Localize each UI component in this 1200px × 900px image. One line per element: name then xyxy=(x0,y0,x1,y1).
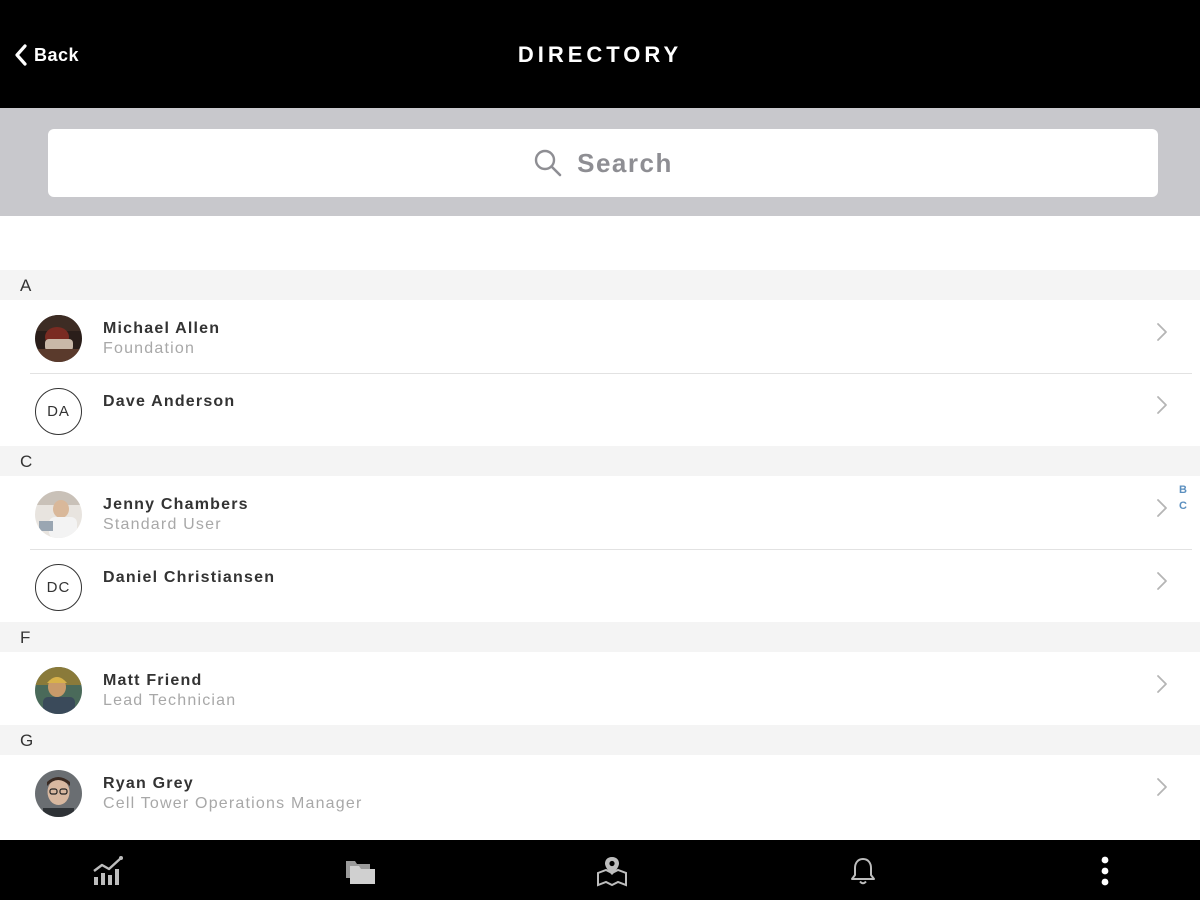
contact-row-daniel-christiansen[interactable]: DC Daniel Christiansen xyxy=(0,549,1200,622)
search-input[interactable]: Search xyxy=(48,129,1158,197)
section-index-item[interactable]: C xyxy=(1176,498,1190,514)
contact-subtitle: Lead Technician xyxy=(103,692,237,709)
analytics-chart-icon xyxy=(93,856,123,885)
contact-name: Dave Anderson xyxy=(103,393,236,410)
more-vertical-icon xyxy=(1101,856,1109,886)
section-index-item[interactable]: B xyxy=(1176,482,1190,498)
bell-icon xyxy=(851,858,875,885)
contact-name: Matt Friend xyxy=(103,672,203,689)
directory-list[interactable]: A Michael Allen Foundation DA Dave Ander… xyxy=(0,216,1200,840)
tab-analytics[interactable] xyxy=(90,854,126,888)
chevron-right-icon xyxy=(1157,323,1167,341)
contact-subtitle: Foundation xyxy=(103,340,196,357)
chevron-right-icon xyxy=(1157,675,1167,693)
chevron-right-icon xyxy=(1157,499,1167,517)
contact-row-michael-allen[interactable]: Michael Allen Foundation xyxy=(0,300,1200,373)
avatar-initials: DC xyxy=(35,564,82,611)
avatar-photo xyxy=(35,667,82,714)
section-header-c: C xyxy=(0,446,1200,476)
tab-bar xyxy=(0,840,1200,900)
list-top-spacer xyxy=(0,216,1200,270)
avatar-initials: DA xyxy=(35,388,82,435)
tab-notifications[interactable] xyxy=(845,854,881,888)
avatar-photo xyxy=(35,315,82,362)
contact-row-dave-anderson[interactable]: DA Dave Anderson xyxy=(0,373,1200,446)
section-header-g: G xyxy=(0,725,1200,755)
tab-more[interactable] xyxy=(1087,854,1123,888)
chevron-right-icon xyxy=(1157,396,1167,414)
contact-subtitle: Cell Tower Operations Manager xyxy=(103,795,363,812)
page-title: DIRECTORY xyxy=(517,42,683,67)
contact-subtitle: Standard User xyxy=(103,516,222,533)
search-tray: Search xyxy=(0,108,1200,216)
section-index[interactable]: B C xyxy=(1176,482,1190,514)
contact-row-matt-friend[interactable]: Matt Friend Lead Technician xyxy=(0,652,1200,725)
contact-name: Daniel Christiansen xyxy=(103,569,276,586)
search-placeholder: Search xyxy=(577,147,673,178)
contact-name: Michael Allen xyxy=(103,320,221,337)
chevron-right-icon xyxy=(1157,778,1167,796)
contact-row-jenny-chambers[interactable]: Jenny Chambers Standard User xyxy=(0,476,1200,549)
search-icon xyxy=(534,149,562,177)
navigation-bar: Back DIRECTORY xyxy=(0,0,1200,108)
tab-files[interactable] xyxy=(342,854,378,888)
avatar-photo xyxy=(35,491,82,538)
folders-icon xyxy=(346,861,375,884)
contact-name: Ryan Grey xyxy=(103,775,194,792)
avatar-photo xyxy=(35,770,82,817)
section-header-a: A xyxy=(0,270,1200,300)
map-icon xyxy=(597,857,627,887)
contact-name: Jenny Chambers xyxy=(103,496,249,513)
contact-row-ryan-grey[interactable]: Ryan Grey Cell Tower Operations Manager xyxy=(0,755,1200,828)
section-header-f: F xyxy=(0,622,1200,652)
tab-map[interactable] xyxy=(594,854,630,888)
chevron-right-icon xyxy=(1157,572,1167,590)
